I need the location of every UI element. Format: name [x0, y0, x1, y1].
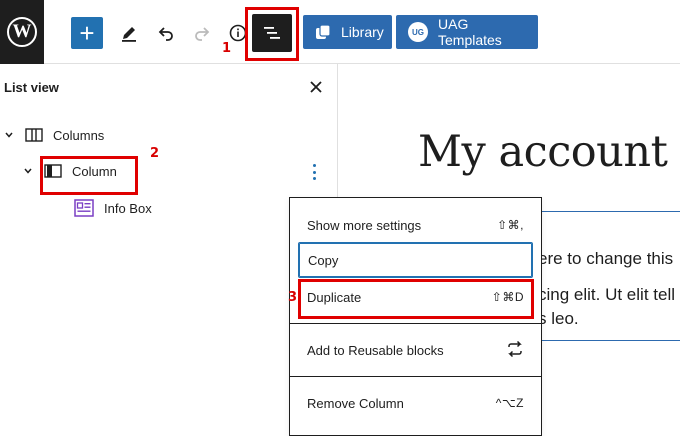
redo-icon	[195, 27, 210, 41]
close-icon	[310, 81, 322, 93]
uag-templates-label: UAG Templates	[438, 16, 502, 48]
menu-divider	[290, 323, 541, 324]
list-view-panel: List view Columns Column Info Box	[0, 64, 338, 436]
menu-item-shortcut: ^⌥Z	[495, 396, 524, 410]
kebab-dot	[312, 164, 316, 167]
list-item-label: Info Box	[104, 200, 152, 216]
annotation-number: 1	[222, 41, 232, 56]
paragraph-line[interactable]: s leo.	[538, 309, 579, 329]
menu-item-label: Copy	[308, 252, 339, 268]
paragraph-line[interactable]: cing elit. Ut elit tell	[538, 285, 675, 305]
annotation-box-column	[40, 156, 138, 195]
list-item-info-box[interactable]: Info Box	[74, 199, 152, 217]
page-heading[interactable]: My account	[418, 127, 668, 177]
annotation-box-list-view	[245, 7, 299, 61]
undo-button[interactable]	[152, 17, 180, 49]
pencil-icon	[122, 27, 136, 42]
uag-badge: UG	[408, 22, 428, 42]
add-block-button[interactable]: +	[71, 17, 103, 49]
menu-item-shortcut: ⇧⌘,	[497, 218, 524, 232]
annotation-number: 3	[288, 290, 298, 305]
paragraph-line[interactable]: ere to change this	[538, 249, 673, 269]
reusable-icon	[506, 340, 524, 361]
menu-item-copy[interactable]: Copy	[298, 242, 533, 278]
menu-item-label: Show more settings	[307, 217, 422, 233]
list-item-columns[interactable]: Columns	[3, 127, 104, 143]
menu-item-show-more-settings[interactable]: Show more settings ⇧⌘,	[298, 207, 533, 243]
editor-toolbar: W + Library UG UAG Templates	[0, 0, 680, 64]
menu-divider	[290, 376, 541, 377]
list-view-title: List view	[4, 80, 59, 95]
annotation-box-duplicate	[298, 279, 534, 319]
chevron-down-icon[interactable]	[22, 165, 34, 177]
menu-item-label: Add to Reusable blocks	[307, 342, 444, 358]
list-item-label: Columns	[53, 127, 105, 143]
redo-button[interactable]	[188, 17, 216, 49]
block-options-button[interactable]	[308, 162, 320, 182]
library-button[interactable]: Library	[303, 15, 392, 49]
menu-item-remove-column[interactable]: Remove Column ^⌥Z	[298, 385, 533, 421]
tools-button[interactable]	[115, 17, 143, 49]
wordpress-logo-icon: W	[7, 17, 37, 47]
undo-icon	[158, 27, 173, 41]
info-box-icon	[74, 199, 94, 217]
kebab-dot	[312, 170, 316, 174]
library-icon	[315, 24, 331, 40]
uag-icon: UG	[408, 22, 428, 42]
chevron-down-icon[interactable]	[3, 129, 15, 141]
uag-templates-button[interactable]: UG UAG Templates	[396, 15, 538, 49]
close-list-view-button[interactable]	[305, 76, 327, 98]
kebab-dot	[312, 177, 316, 180]
wordpress-logo[interactable]: W	[0, 0, 44, 64]
columns-icon	[25, 127, 43, 143]
menu-item-add-to-reusable-blocks[interactable]: Add to Reusable blocks	[298, 332, 533, 368]
library-label: Library	[341, 24, 384, 40]
menu-item-label: Remove Column	[307, 395, 404, 411]
annotation-number: 2	[150, 146, 160, 161]
plus-icon: +	[79, 18, 95, 48]
